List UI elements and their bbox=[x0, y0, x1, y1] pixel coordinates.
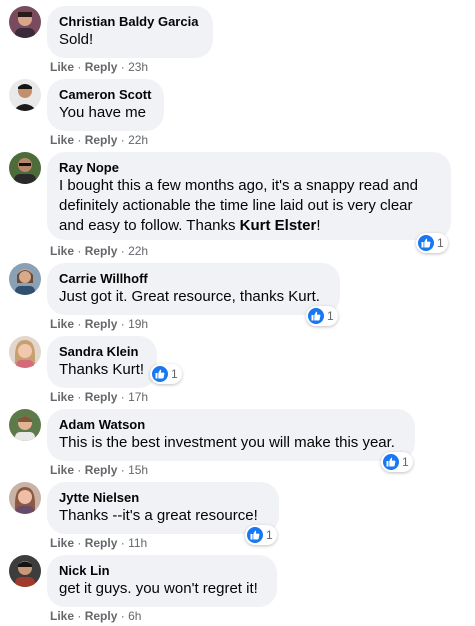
reaction-count[interactable]: 1 bbox=[245, 525, 277, 545]
comment-text: Sold! bbox=[59, 31, 94, 48]
comment-text: Just got it. Great resource, thanks Kurt… bbox=[59, 288, 320, 305]
comment-actions: Like · Reply · 22h bbox=[50, 132, 148, 148]
avatar[interactable] bbox=[9, 409, 41, 441]
like-reaction-icon bbox=[383, 454, 399, 470]
like-reaction-icon bbox=[247, 527, 263, 543]
reply-link[interactable]: Reply bbox=[85, 133, 118, 147]
comment-timestamp[interactable]: 15h bbox=[128, 463, 148, 477]
comment-bubble: Christian Baldy Garcia Sold! bbox=[47, 6, 213, 58]
reply-link[interactable]: Reply bbox=[85, 536, 118, 550]
comment-bubble: Ray Nope I bought this a few months ago,… bbox=[47, 152, 451, 240]
avatar[interactable] bbox=[9, 482, 41, 514]
like-link[interactable]: Like bbox=[50, 609, 74, 623]
comment-actions: Like · Reply · 17h bbox=[50, 389, 148, 405]
separator: · bbox=[120, 244, 125, 258]
reaction-count[interactable]: 1 bbox=[150, 364, 182, 384]
reaction-count[interactable]: 1 bbox=[381, 452, 413, 472]
separator: · bbox=[77, 60, 82, 74]
reply-link[interactable]: Reply bbox=[85, 60, 118, 74]
comment-bubble: Carrie Willhoff Just got it. Great resou… bbox=[47, 263, 340, 315]
reply-link[interactable]: Reply bbox=[85, 463, 118, 477]
comment-bubble: Jytte Nielsen Thanks --it's a great reso… bbox=[47, 482, 279, 534]
comment-text: Thanks Kurt! bbox=[59, 361, 145, 378]
separator: · bbox=[120, 609, 125, 623]
comment-text: You have me bbox=[59, 104, 147, 121]
like-link[interactable]: Like bbox=[50, 60, 74, 74]
separator: · bbox=[120, 60, 125, 74]
comment-actions: Like · Reply · 6h bbox=[50, 608, 141, 624]
reply-link[interactable]: Reply bbox=[85, 609, 118, 623]
comment-timestamp[interactable]: 6h bbox=[128, 609, 141, 623]
separator: · bbox=[77, 390, 82, 404]
comment-author[interactable]: Ray Nope bbox=[59, 160, 439, 176]
comment-author[interactable]: Adam Watson bbox=[59, 417, 403, 433]
comment-author[interactable]: Carrie Willhoff bbox=[59, 271, 328, 287]
avatar[interactable] bbox=[9, 6, 41, 38]
comment-timestamp[interactable]: 23h bbox=[128, 60, 148, 74]
like-link[interactable]: Like bbox=[50, 244, 74, 258]
comment-actions: Like · Reply · 15h bbox=[50, 462, 148, 478]
comment-actions: Like · Reply · 22h bbox=[50, 243, 148, 259]
like-link[interactable]: Like bbox=[50, 463, 74, 477]
reply-link[interactable]: Reply bbox=[85, 244, 118, 258]
reply-link[interactable]: Reply bbox=[85, 390, 118, 404]
separator: · bbox=[120, 463, 125, 477]
mentioned-user-link[interactable]: Kurt Elster bbox=[240, 217, 317, 234]
reaction-count[interactable]: 1 bbox=[306, 306, 338, 326]
like-link[interactable]: Like bbox=[50, 390, 74, 404]
comment-author[interactable]: Sandra Klein bbox=[59, 344, 145, 360]
reaction-count[interactable]: 1 bbox=[416, 233, 448, 253]
avatar[interactable] bbox=[9, 336, 41, 368]
reaction-number: 1 bbox=[402, 455, 409, 469]
reply-link[interactable]: Reply bbox=[85, 317, 118, 331]
comment-text: Thanks --it's a great resource! bbox=[59, 507, 258, 524]
comment-actions: Like · Reply · 11h bbox=[50, 535, 147, 551]
separator: · bbox=[77, 133, 82, 147]
separator: · bbox=[120, 390, 125, 404]
comment-author[interactable]: Jytte Nielsen bbox=[59, 490, 267, 506]
comment-bubble: Nick Lin get it guys. you won't regret i… bbox=[47, 555, 277, 607]
separator: · bbox=[77, 244, 82, 258]
comment-bubble: Adam Watson This is the best investment … bbox=[47, 409, 415, 461]
reaction-number: 1 bbox=[437, 236, 444, 250]
comment-author[interactable]: Cameron Scott bbox=[59, 87, 152, 103]
comment-author[interactable]: Christian Baldy Garcia bbox=[59, 14, 201, 30]
avatar[interactable] bbox=[9, 79, 41, 111]
avatar[interactable] bbox=[9, 263, 41, 295]
like-link[interactable]: Like bbox=[50, 317, 74, 331]
like-link[interactable]: Like bbox=[50, 133, 74, 147]
like-link[interactable]: Like bbox=[50, 536, 74, 550]
separator: · bbox=[77, 463, 82, 477]
avatar[interactable] bbox=[9, 555, 41, 587]
comment-bubble: Sandra Klein Thanks Kurt! bbox=[47, 336, 157, 388]
reaction-number: 1 bbox=[327, 309, 334, 323]
comment-actions: Like · Reply · 23h bbox=[50, 59, 148, 75]
comment-timestamp[interactable]: 22h bbox=[128, 244, 148, 258]
separator: · bbox=[77, 317, 82, 331]
comment-text: get it guys. you won't regret it! bbox=[59, 580, 258, 597]
like-reaction-icon bbox=[418, 235, 434, 251]
comment-author[interactable]: Nick Lin bbox=[59, 563, 265, 579]
reaction-number: 1 bbox=[266, 528, 273, 542]
separator: · bbox=[120, 536, 125, 550]
like-reaction-icon bbox=[152, 366, 168, 382]
like-reaction-icon bbox=[308, 308, 324, 324]
comment-actions: Like · Reply · 19h bbox=[50, 316, 148, 332]
separator: · bbox=[77, 609, 82, 623]
comment-text: I bought this a few months ago, it's a s… bbox=[59, 177, 418, 234]
avatar[interactable] bbox=[9, 152, 41, 184]
comment-timestamp[interactable]: 17h bbox=[128, 390, 148, 404]
comment-timestamp[interactable]: 22h bbox=[128, 133, 148, 147]
comment-timestamp[interactable]: 11h bbox=[128, 536, 147, 550]
separator: · bbox=[77, 536, 82, 550]
comment-bubble: Cameron Scott You have me bbox=[47, 79, 164, 131]
reaction-number: 1 bbox=[171, 367, 178, 381]
comment-timestamp[interactable]: 19h bbox=[128, 317, 148, 331]
comment-text: This is the best investment you will mak… bbox=[59, 434, 395, 451]
separator: · bbox=[120, 317, 125, 331]
separator: · bbox=[120, 133, 125, 147]
